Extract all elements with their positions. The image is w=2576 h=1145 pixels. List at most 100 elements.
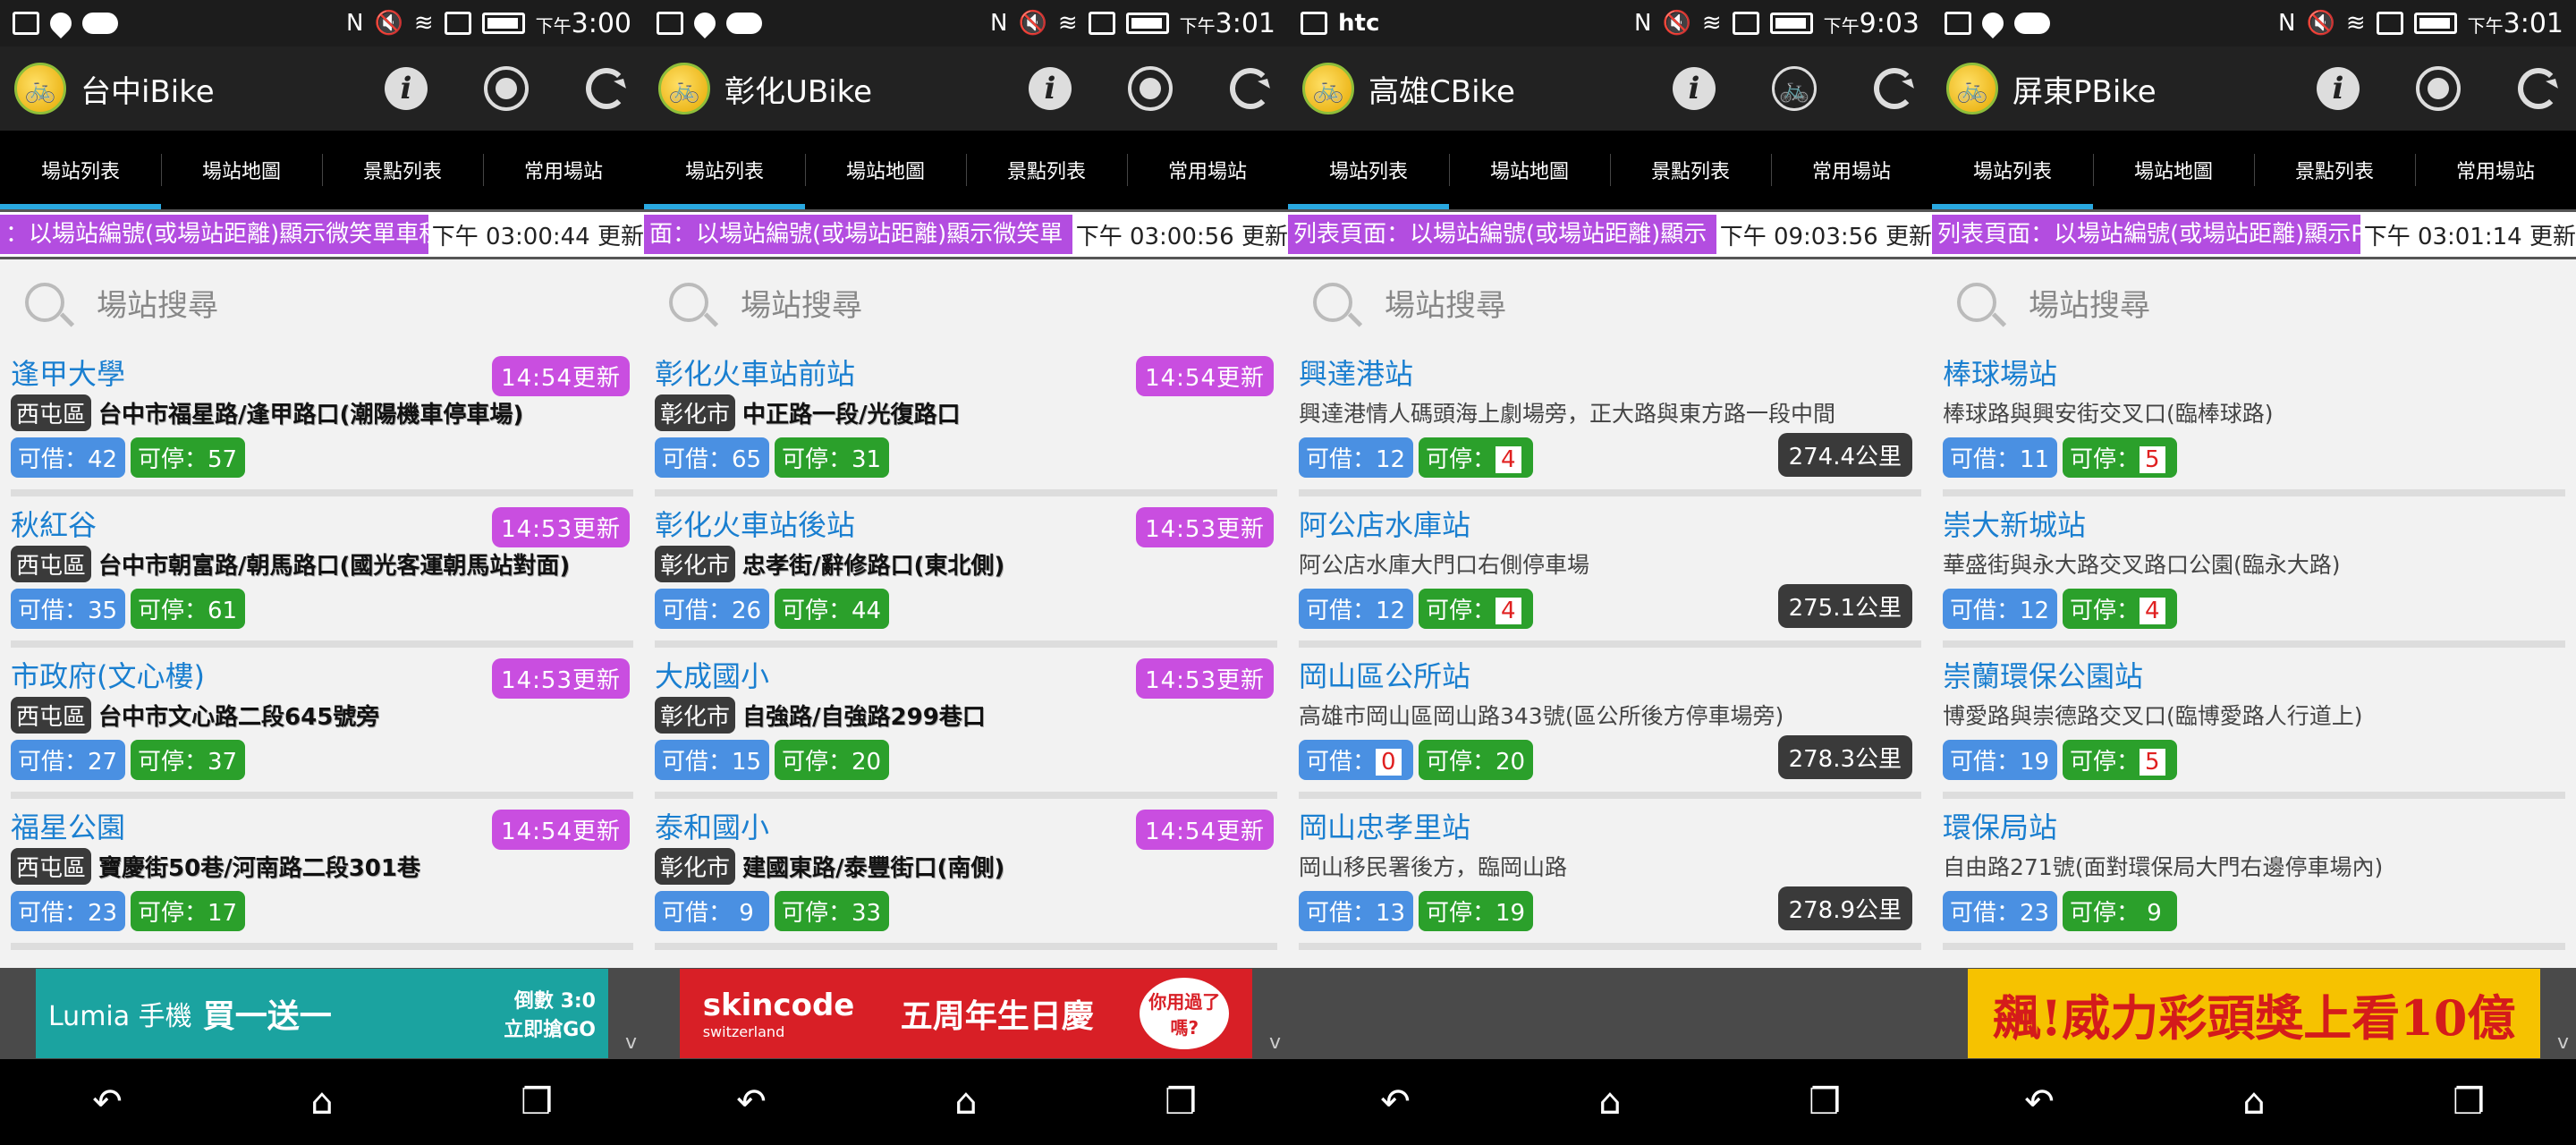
- station-address: 棒球路與興安街交叉口(臨棒球路): [1943, 401, 2274, 427]
- info-button[interactable]: i: [383, 65, 429, 112]
- lumia-ad-banner[interactable]: Lumia 手機 買一送一 倒數 3:0 立即搶GO: [36, 969, 608, 1058]
- signal-icon: [2376, 12, 2403, 35]
- station-item[interactable]: 福星公園 14:54更新 西屯區 寶慶街50巷/河南路二段301巷 可借：23 可停：17: [11, 799, 633, 950]
- station-name[interactable]: 阿公店水庫站: [1299, 505, 1921, 545]
- station-item[interactable]: 彰化火車站後站 14:53更新 彰化市 忠孝街/辭修路口(東北側) 可借：26 可停：44: [655, 496, 1277, 648]
- station-item[interactable]: 岡山區公所站 高雄市岡山區岡山路343號(區公所後方停車場旁) 可借： 0 可停：20 2…: [1299, 648, 1921, 799]
- station-name[interactable]: 興達港站: [1299, 354, 1921, 394]
- station-search[interactable]: 場站搜尋: [1932, 259, 2576, 345]
- info-button[interactable]: i: [2315, 65, 2361, 112]
- mute-icon: 🔇: [374, 10, 403, 37]
- station-search[interactable]: 場站搜尋: [0, 259, 644, 345]
- station-list: 彰化火車站前站 14:54更新 彰化市 中正路一段/光復路口 可借：65 可停：31 彰化火…: [644, 345, 1288, 950]
- home-button[interactable]: ⌂: [1583, 1075, 1637, 1129]
- station-item[interactable]: 彰化火車站前站 14:54更新 彰化市 中正路一段/光復路口 可借：65 可停：31: [655, 345, 1277, 496]
- station-item[interactable]: 大成國小 14:53更新 彰化市 自強路/自強路299巷口 可借：15 可停：20: [655, 648, 1277, 799]
- home-button[interactable]: ⌂: [939, 1075, 993, 1129]
- available-bikes-badge: 可借： 9: [655, 890, 769, 931]
- available-docks-label: 可停：: [1426, 445, 1496, 473]
- station-item[interactable]: 崇蘭環保公園站 博愛路與崇德路交叉口(臨博愛路人行道上) 可借：19 可停： 5: [1943, 648, 2565, 799]
- station-name[interactable]: 崇蘭環保公園站: [1943, 657, 2565, 696]
- station-name[interactable]: 環保局站: [1943, 808, 2565, 847]
- available-bikes-count: 0: [1376, 748, 1402, 776]
- tab-station-list[interactable]: 場站列表: [1932, 131, 2093, 209]
- status-bar: N 🔇 ≋ 下午3:01: [644, 0, 1288, 47]
- address-row: 自由路271號(面對環保局大門右邊停車場內): [1943, 847, 2565, 885]
- station-item[interactable]: 崇大新城站 華盛街與永大路交叉路口公園(臨永大路) 可借：12 可停： 4: [1943, 496, 2565, 648]
- station-item[interactable]: 環保局站 自由路271號(面對環保局大門右邊停車場內) 可借：23 可停： 9: [1943, 799, 2565, 950]
- available-bikes-badge: 可借：15: [655, 739, 769, 780]
- wifi-icon: ≋: [413, 10, 434, 37]
- tab-favorites[interactable]: 常用場站: [2415, 131, 2576, 209]
- refresh-button[interactable]: [1227, 65, 1274, 112]
- tab-favorites[interactable]: 常用場站: [483, 131, 644, 209]
- refresh-button[interactable]: [583, 65, 630, 112]
- info-button[interactable]: i: [1027, 65, 1073, 112]
- station-name[interactable]: 崇大新城站: [1943, 505, 2565, 545]
- station-item[interactable]: 秋紅谷 14:53更新 西屯區 台中市朝富路/朝馬路口(國光客運朝馬站對面) 可借：35…: [11, 496, 633, 648]
- locate-button[interactable]: [2415, 65, 2462, 112]
- refresh-button[interactable]: [2515, 65, 2562, 112]
- tab-sights-list[interactable]: 景點列表: [1610, 131, 1771, 209]
- tab-station-map[interactable]: 場站地圖: [161, 131, 322, 209]
- back-button[interactable]: ↶: [80, 1075, 134, 1129]
- station-name[interactable]: 岡山忠孝里站: [1299, 808, 1921, 847]
- available-docks-count: 5: [2140, 445, 2165, 473]
- search-input[interactable]: 場站搜尋: [97, 281, 218, 325]
- back-button[interactable]: ↶: [2012, 1075, 2066, 1129]
- wifi-icon: ≋: [2345, 10, 2366, 37]
- recents-button[interactable]: ❐: [1154, 1075, 1208, 1129]
- tab-station-map[interactable]: 場站地圖: [1449, 131, 1610, 209]
- message-notification-icon: [1945, 12, 1971, 35]
- update-badge: 14:54更新: [492, 810, 630, 850]
- tab-station-list[interactable]: 場站列表: [1288, 131, 1449, 209]
- home-button[interactable]: ⌂: [2227, 1075, 2281, 1129]
- locate-button[interactable]: [483, 65, 530, 112]
- skincode-ad-banner[interactable]: skincode switzerland 五周年生日慶 你用過了嗎?: [680, 969, 1252, 1058]
- locate-button[interactable]: [1127, 65, 1174, 112]
- tab-station-map[interactable]: 場站地圖: [805, 131, 966, 209]
- search-input[interactable]: 場站搜尋: [741, 281, 862, 325]
- recents-button[interactable]: ❐: [2442, 1075, 2496, 1129]
- station-item[interactable]: 岡山忠孝里站 岡山移民署後方，臨岡山路 可借：13 可停：19 278.9公里: [1299, 799, 1921, 950]
- lotto-ad-banner[interactable]: 飆!威力彩頭獎上看10億: [1968, 969, 2540, 1058]
- ticker-bar: 面：以場站編號(或場站距離)顯示微笑單 下午 03:00:56 更新: [644, 209, 1288, 259]
- bike-button[interactable]: 🚲: [1771, 65, 1818, 112]
- back-button[interactable]: ↶: [1368, 1075, 1422, 1129]
- station-item[interactable]: 泰和國小 14:54更新 彰化市 建國東路/泰豐街口(南側) 可借： 9 可停：33: [655, 799, 1277, 950]
- station-item[interactable]: 市政府(文心樓) 14:53更新 西屯區 台中市文心路二段645號旁 可借：27 可停：3…: [11, 648, 633, 799]
- station-search[interactable]: 場站搜尋: [1288, 259, 1932, 345]
- tab-favorites[interactable]: 常用場站: [1771, 131, 1932, 209]
- ad-collapse-icon[interactable]: v: [2557, 1031, 2569, 1054]
- station-name[interactable]: 棒球場站: [1943, 354, 2565, 394]
- tab-favorites[interactable]: 常用場站: [1127, 131, 1288, 209]
- station-search[interactable]: 場站搜尋: [644, 259, 1288, 345]
- station-item[interactable]: 興達港站 興達港情人碼頭海上劇場旁，正大路與東方路一段中間 可借：12 可停： 4 274…: [1299, 345, 1921, 496]
- tab-sights-list[interactable]: 景點列表: [2254, 131, 2415, 209]
- recents-button[interactable]: ❐: [1798, 1075, 1852, 1129]
- status-time-prefix: 下午: [1179, 14, 1216, 37]
- info-button[interactable]: i: [1671, 65, 1717, 112]
- station-item[interactable]: 逢甲大學 14:54更新 西屯區 台中市福星路/逢甲路口(潮陽機車停車場) 可借：42 可…: [11, 345, 633, 496]
- tab-station-list[interactable]: 場站列表: [644, 131, 805, 209]
- ad-collapse-icon[interactable]: v: [1269, 1031, 1281, 1054]
- home-button[interactable]: ⌂: [295, 1075, 349, 1129]
- station-name[interactable]: 岡山區公所站: [1299, 657, 1921, 696]
- tab-sights-list[interactable]: 景點列表: [966, 131, 1127, 209]
- available-docks-badge: 可停： 5: [2063, 437, 2177, 478]
- recents-button[interactable]: ❐: [510, 1075, 564, 1129]
- search-input[interactable]: 場站搜尋: [1385, 281, 1506, 325]
- tab-station-list[interactable]: 場站列表: [0, 131, 161, 209]
- tab-sights-list[interactable]: 景點列表: [322, 131, 483, 209]
- search-input[interactable]: 場站搜尋: [2029, 281, 2150, 325]
- station-item[interactable]: 阿公店水庫站 阿公店水庫大門口右側停車場 可借：12 可停： 4 275.1公里: [1299, 496, 1921, 648]
- back-button[interactable]: ↶: [724, 1075, 778, 1129]
- home-icon: ⌂: [954, 1081, 978, 1123]
- refresh-icon: [1874, 68, 1915, 109]
- station-item[interactable]: 棒球場站 棒球路與興安街交叉口(臨棒球路) 可借：11 可停： 5: [1943, 345, 2565, 496]
- tab-station-map[interactable]: 場站地圖: [2093, 131, 2254, 209]
- refresh-button[interactable]: [1871, 65, 1918, 112]
- available-docks-badge: 可停： 4: [2063, 588, 2177, 629]
- counts-row: 可借：65 可停：31: [655, 435, 1277, 479]
- ad-collapse-icon[interactable]: v: [625, 1031, 637, 1054]
